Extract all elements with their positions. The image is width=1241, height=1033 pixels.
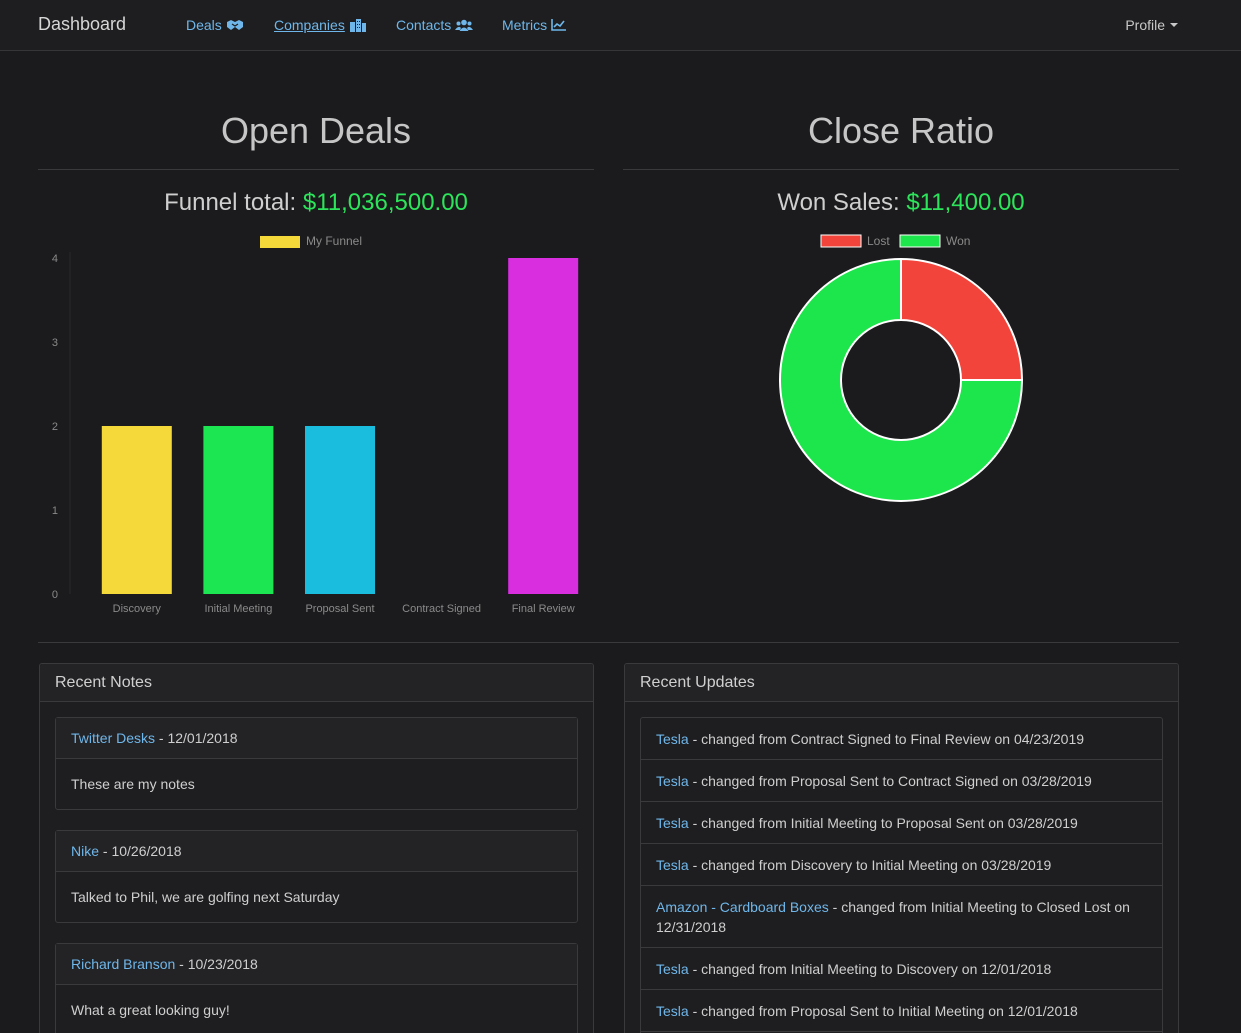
nav-contacts-label: Contacts <box>396 17 452 33</box>
note-body: These are my notes <box>71 776 195 792</box>
note-company-link[interactable]: Twitter Desks <box>71 730 155 746</box>
brand-link[interactable]: Dashboard <box>38 14 126 35</box>
y-tick-label: 2 <box>52 421 58 433</box>
close-ratio-title: Close Ratio <box>807 110 995 151</box>
update-link[interactable]: Tesla <box>656 731 689 747</box>
funnel-total: Funnel total: $11,036,500.00 <box>38 189 594 217</box>
updates-list: Tesla - changed from Contract Signed to … <box>640 717 1163 1033</box>
won-sales: Won Sales: $11,400.00 <box>623 189 1179 217</box>
profile-label: Profile <box>1125 17 1165 33</box>
update-item: Tesla - changed from Proposal Sent to Co… <box>641 760 1162 802</box>
update-text: - changed from Initial Meeting to Discov… <box>688 961 1052 977</box>
open-deals-divider <box>38 169 594 170</box>
note-body: What a great looking guy! <box>71 1002 230 1018</box>
x-tick-label: Final Review <box>512 603 575 615</box>
note-card: Twitter Desks - 12/01/2018 These are my … <box>55 717 578 810</box>
close-ratio-divider <box>623 169 1179 170</box>
close-ratio-doughnut-chart: Lost Won <box>779 234 1024 502</box>
update-link[interactable]: Tesla <box>656 773 689 789</box>
won-sales-value: $11,400.00 <box>906 189 1025 216</box>
update-item: Tesla - changed from Discovery to Initia… <box>641 844 1162 886</box>
users-icon <box>455 19 474 31</box>
note-company-link[interactable]: Nike <box>71 843 99 859</box>
update-link[interactable]: Amazon - Cardboard Boxes <box>656 899 829 915</box>
update-text: - changed from Discovery to Initial Meet… <box>688 857 1052 873</box>
section-divider <box>38 642 1179 643</box>
open-deals-bar-chart: My Funnel 0 1 2 3 4 Discovery Initial Meeting Pr… <box>52 234 579 615</box>
note-body: Talked to Phil, we are golfing next Satu… <box>71 889 340 905</box>
note-date: - 10/23/2018 <box>175 956 258 972</box>
legend-swatch-my-funnel <box>260 236 300 248</box>
slice-lost <box>900 257 1024 381</box>
note-header: Nike - 10/26/2018 <box>56 831 577 872</box>
nav-metrics-label: Metrics <box>502 17 548 33</box>
open-deals-title: Open Deals <box>220 110 412 151</box>
recent-updates-panel: Recent Updates Tesla - changed from Cont… <box>624 663 1179 1033</box>
nav-metrics[interactable]: Metrics <box>502 17 567 33</box>
bar-proposal-sent <box>305 426 375 594</box>
recent-updates-heading: Recent Updates <box>625 664 1178 702</box>
x-tick-label: Initial Meeting <box>204 603 272 615</box>
recent-notes-heading: Recent Notes <box>40 664 593 702</box>
note-header: Richard Branson - 10/23/2018 <box>56 944 577 985</box>
legend-label-won: Won <box>946 234 970 248</box>
nav-contacts[interactable]: Contacts <box>396 17 474 33</box>
won-sales-label: Won Sales: <box>777 189 900 216</box>
x-tick-label: Discovery <box>113 603 162 615</box>
update-link[interactable]: Tesla <box>656 857 689 873</box>
nav-deals-label: Deals <box>186 17 222 33</box>
legend-swatch-lost <box>820 234 862 248</box>
bar-final-review <box>508 258 579 594</box>
update-text: - changed from Proposal Sent to Contract… <box>688 773 1092 789</box>
update-item: Tesla - changed from Proposal Sent to In… <box>641 990 1162 1032</box>
update-item: Tesla - changed from Contract Signed to … <box>641 718 1162 760</box>
bar-initial-meeting <box>203 426 274 594</box>
funnel-total-label: Funnel total: <box>164 189 297 216</box>
chart-line-icon <box>551 19 567 31</box>
y-tick-label: 3 <box>52 337 58 349</box>
handshake-icon <box>226 20 243 30</box>
note-header: Twitter Desks - 12/01/2018 <box>56 718 577 759</box>
caret-down-icon <box>1170 23 1178 27</box>
legend-label-lost: Lost <box>867 234 890 248</box>
note-card: Richard Branson - 10/23/2018 What a grea… <box>55 943 578 1033</box>
update-item: Tesla - changed from Initial Meeting to … <box>641 802 1162 844</box>
update-item: Amazon - Cardboard Boxes - changed from … <box>641 886 1162 948</box>
note-card: Nike - 10/26/2018 Talked to Phil, we are… <box>55 830 578 923</box>
nav-companies[interactable]: Companies <box>274 17 367 33</box>
recent-notes-panel: Recent Notes Twitter Desks - 12/01/2018 … <box>39 663 594 1033</box>
y-tick-label: 0 <box>52 589 58 601</box>
profile-dropdown[interactable]: Profile <box>1125 17 1178 33</box>
update-text: - changed from Proposal Sent to Initial … <box>688 1003 1078 1019</box>
nav-deals[interactable]: Deals <box>186 17 244 33</box>
x-tick-label: Contract Signed <box>402 603 481 615</box>
legend-swatch-won <box>899 234 941 248</box>
bar-discovery <box>101 426 172 594</box>
update-link[interactable]: Tesla <box>656 961 689 977</box>
bar-legend: My Funnel <box>260 234 362 248</box>
update-text: - changed from Initial Meeting to Propos… <box>688 815 1078 831</box>
legend-label-my-funnel: My Funnel <box>306 234 362 248</box>
x-tick-label: Proposal Sent <box>305 603 374 615</box>
y-tick-label: 4 <box>52 253 58 265</box>
update-link[interactable]: Tesla <box>656 815 689 831</box>
top-navbar: Dashboard Deals Companies Contacts Metri… <box>0 0 1241 51</box>
funnel-total-value: $11,036,500.00 <box>302 189 468 216</box>
update-item: Tesla - changed from Initial Meeting to … <box>641 948 1162 990</box>
nav-companies-label: Companies <box>274 17 345 33</box>
doughnut-legend: Lost Won <box>820 234 970 248</box>
update-text: - changed from Contract Signed to Final … <box>688 731 1085 747</box>
update-link[interactable]: Tesla <box>656 1003 689 1019</box>
note-date: - 10/26/2018 <box>99 843 182 859</box>
note-date: - 12/01/2018 <box>155 730 238 746</box>
building-icon <box>349 19 366 32</box>
y-tick-label: 1 <box>52 505 58 517</box>
note-contact-link[interactable]: Richard Branson <box>71 956 175 972</box>
